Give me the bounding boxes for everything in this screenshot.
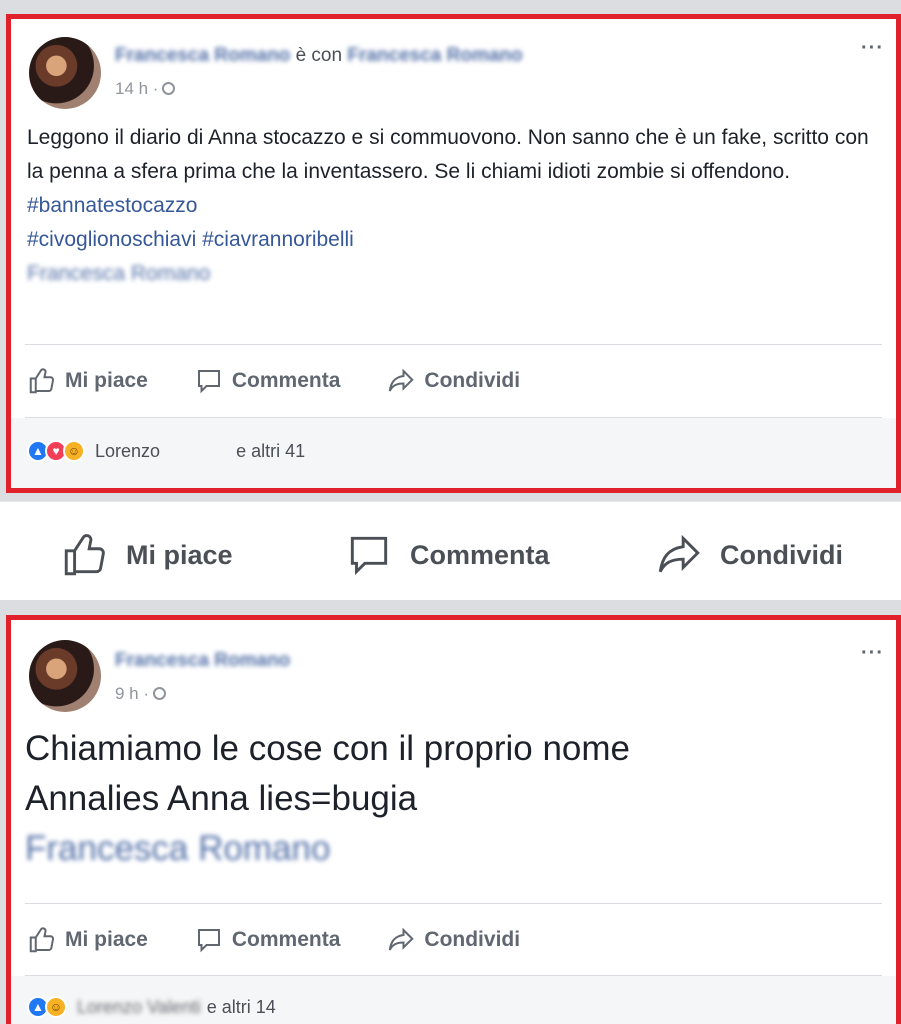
reactions-summary[interactable]: ▲ ☺ Lorenzo Valenti e altri 14 [27,996,276,1018]
comment-button[interactable]: Commenta [344,530,550,580]
share-label: Condividi [424,928,521,951]
like-button[interactable]: Mi piace [27,366,148,396]
post-body: Chiamiamo le cose con il proprio nome An… [25,724,885,874]
action-row: Mi piace Commenta Condividi [27,364,566,398]
reactor-name: Lorenzo [95,440,161,461]
thumbs-up-icon [29,927,54,953]
share-arrow-icon [389,927,415,951]
tagged-name[interactable]: Francesca Romano [347,45,522,66]
reactions-bar: ▲ ☺ Lorenzo Valenti e altri 14 [11,976,896,1024]
post-header-author: Francesca Romano è con Francesca Romano [115,45,523,67]
more-options-icon[interactable]: ··· [861,37,884,60]
comment-label: Commenta [231,928,341,951]
like-button[interactable]: Mi piace [27,925,148,955]
comment-bubble-icon [350,536,388,576]
like-label: Mi piace [65,928,148,951]
comment-button[interactable]: Commenta [194,366,341,396]
haha-reaction-icon: ☺ [45,996,67,1018]
reactor-count: e altri 14 [206,996,276,1017]
share-arrow-icon [389,368,415,392]
reactor-count: e altri 41 [236,440,306,461]
like-button[interactable]: Mi piace [60,530,233,580]
hashtag-link[interactable]: #bannatestocazzo [27,189,883,223]
time-text: 9 h · [115,684,150,703]
divider [25,344,882,345]
post-text-line: Annalies Anna lies=bugia [25,779,418,818]
post-body: Leggono il diario di Anna stocazzo e si … [27,121,883,291]
post-timestamp[interactable]: 14 h · [115,79,176,99]
share-label: Condividi [720,539,843,570]
haha-reaction-icon: ☺ [63,440,85,462]
action-row: Mi piace Commenta Condividi [27,923,566,957]
thumbs-up-icon [64,534,105,576]
comment-label: Commenta [410,539,550,570]
comment-bubble-icon [197,929,220,953]
post-timestamp[interactable]: 9 h · [115,684,167,704]
avatar[interactable] [29,37,101,109]
thumbs-up-icon [29,368,54,394]
like-label: Mi piace [65,369,148,392]
post-text-line: Chiamiamo le cose con il proprio nome [25,729,630,768]
comment-bubble-icon [197,370,220,394]
share-button[interactable]: Condividi [386,366,520,396]
globe-icon [153,687,167,700]
comment-label: Commenta [231,369,341,392]
author-name[interactable]: Francesca Romano [115,45,290,66]
share-button[interactable]: Condividi [386,925,520,955]
divider [25,903,882,904]
mobile-action-bar: Mi piace Commenta Condividi [0,501,901,600]
avatar[interactable] [29,640,101,712]
author-name[interactable]: Francesca Romano [115,650,290,671]
reactions-summary[interactable]: ▲ ♥ ☺ Lorenzo e altri 41 [27,440,305,462]
like-label: Mi piace [126,539,233,570]
post-card: Francesca Romano è con Francesca Romano … [6,14,901,493]
globe-icon [162,82,176,95]
more-options-icon[interactable]: ··· [861,642,884,665]
signature-link[interactable]: Francesca Romano [27,257,883,291]
share-arrow-icon [658,534,700,573]
hashtag-link[interactable]: #civoglionoschiavi #ciavrannoribelli [27,223,883,257]
reactions-bar: ▲ ♥ ☺ Lorenzo e altri 41 [11,418,896,488]
signature-link[interactable]: Francesca Romano [25,824,885,874]
post-card: Francesca Romano 9 h · ··· Chiamiamo le … [6,615,901,1024]
post-text: Leggono il diario di Anna stocazzo e si … [27,126,869,183]
comment-button[interactable]: Commenta [194,925,341,955]
post-header-author: Francesca Romano [115,650,290,672]
share-label: Condividi [424,369,521,392]
reactor-name: Lorenzo Valenti [77,996,201,1017]
share-button[interactable]: Condividi [654,530,843,580]
with-text: è con [295,45,343,66]
time-text: 14 h · [115,79,159,98]
